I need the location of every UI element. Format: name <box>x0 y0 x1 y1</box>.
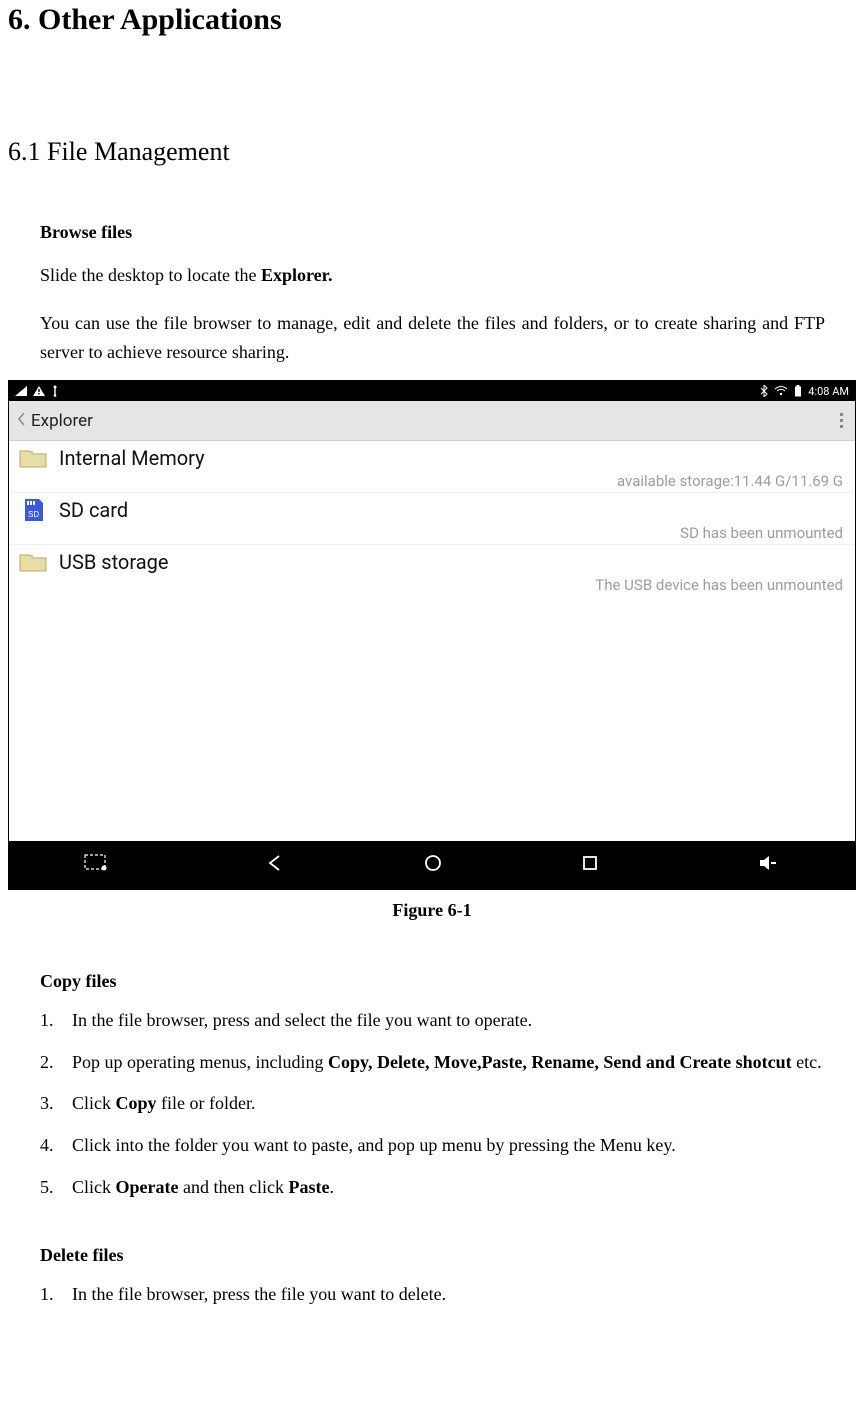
explorer-header: Explorer <box>9 401 855 441</box>
explorer-title: Explorer <box>31 411 93 431</box>
list-number: 5. <box>40 1173 72 1203</box>
list-number: 3. <box>40 1089 72 1119</box>
volume-icon[interactable] <box>758 854 778 876</box>
storage-name: USB storage <box>59 550 168 574</box>
list-text: Click into the folder you want to paste,… <box>72 1131 825 1161</box>
list-item: 4. Click into the folder you want to pas… <box>40 1131 825 1173</box>
usb-icon <box>51 385 59 397</box>
copy-files-title: Copy files <box>0 921 865 992</box>
status-time: 4:08 AM <box>808 385 849 398</box>
list-number: 2. <box>40 1048 72 1078</box>
list-text: Click Operate and then click Paste. <box>72 1173 825 1203</box>
storage-item-internal[interactable]: Internal Memory available storage:11.44 … <box>9 441 855 493</box>
delete-files-title: Delete files <box>0 1215 865 1266</box>
text: etc. <box>792 1052 822 1072</box>
android-screenshot: 4:08 AM Explorer In <box>8 380 856 890</box>
figure-caption: Figure 6-1 <box>8 890 856 921</box>
nav-home-icon[interactable] <box>424 854 442 876</box>
text: . <box>329 1177 334 1197</box>
menu-overflow-icon[interactable] <box>840 413 847 428</box>
storage-name: Internal Memory <box>59 446 205 470</box>
text: Click <box>72 1093 116 1113</box>
list-text: In the file browser, press and select th… <box>72 1006 825 1036</box>
list-item: 3. Click Copy file or folder. <box>40 1089 825 1131</box>
back-chevron-icon[interactable] <box>17 411 27 431</box>
storage-subtext: The USB device has been unmounted <box>17 575 847 594</box>
battery-icon <box>794 385 802 397</box>
bold-text: Paste <box>288 1177 329 1197</box>
signal-icon <box>15 386 27 396</box>
text: Click <box>72 1177 116 1197</box>
text: and then click <box>178 1177 288 1197</box>
browse-files-title: Browse files <box>0 167 865 243</box>
empty-area <box>9 596 855 841</box>
storage-item-usb[interactable]: USB storage The USB device has been unmo… <box>9 545 855 596</box>
explorer-bold: Explorer. <box>261 265 333 285</box>
list-text: Click Copy file or folder. <box>72 1089 825 1119</box>
storage-name: SD card <box>59 498 128 522</box>
bold-text: Copy <box>116 1093 157 1113</box>
list-number: 1. <box>40 1006 72 1036</box>
list-number: 4. <box>40 1131 72 1161</box>
browse-files-para-2: You can use the file browser to manage, … <box>0 291 865 368</box>
list-item: 1. In the file browser, press and select… <box>40 1006 825 1048</box>
status-left <box>15 385 59 397</box>
status-bar: 4:08 AM <box>9 381 855 401</box>
status-right: 4:08 AM <box>760 385 849 398</box>
delete-files-list: 1. In the file browser, press the file y… <box>0 1266 865 1322</box>
android-nav-bar <box>9 841 855 889</box>
text: Slide the desktop to locate the <box>40 265 261 285</box>
screenshot-tool-icon[interactable] <box>84 854 108 876</box>
wifi-icon <box>774 386 788 396</box>
list-number: 1. <box>40 1280 72 1310</box>
warning-icon <box>33 386 45 396</box>
list-item: 1. In the file browser, press the file y… <box>40 1280 825 1322</box>
folder-icon <box>17 549 49 575</box>
chapter-heading: 6. Other Applications <box>0 0 865 37</box>
storage-subtext: available storage:11.44 G/11.69 G <box>17 471 847 490</box>
text: Pop up operating menus, including <box>72 1052 328 1072</box>
figure-6-1: 4:08 AM Explorer In <box>8 380 856 921</box>
list-item: 2. Pop up operating menus, including Cop… <box>40 1048 825 1090</box>
text: file or folder. <box>157 1093 256 1113</box>
list-text: In the file browser, press the file you … <box>72 1280 825 1310</box>
storage-list: Internal Memory available storage:11.44 … <box>9 441 855 596</box>
list-item: 5. Click Operate and then click Paste. <box>40 1173 825 1215</box>
section-heading: 6.1 File Management <box>0 37 865 167</box>
nav-back-icon[interactable] <box>266 854 284 876</box>
storage-item-sd[interactable]: SD SD card SD has been unmounted <box>9 493 855 545</box>
bluetooth-icon <box>760 385 768 397</box>
folder-icon <box>17 445 49 471</box>
bold-text: Operate <box>116 1177 179 1197</box>
svg-text:SD: SD <box>28 510 39 519</box>
browse-files-para-1: Slide the desktop to locate the Explorer… <box>0 243 865 291</box>
copy-files-list: 1. In the file browser, press and select… <box>0 992 865 1214</box>
sd-card-icon: SD <box>17 497 49 523</box>
bold-text: Copy, Delete, Move,Paste, Rename, Send a… <box>328 1052 792 1072</box>
list-text: Pop up operating menus, including Copy, … <box>72 1048 825 1078</box>
nav-recent-icon[interactable] <box>582 855 598 875</box>
storage-subtext: SD has been unmounted <box>17 523 847 542</box>
